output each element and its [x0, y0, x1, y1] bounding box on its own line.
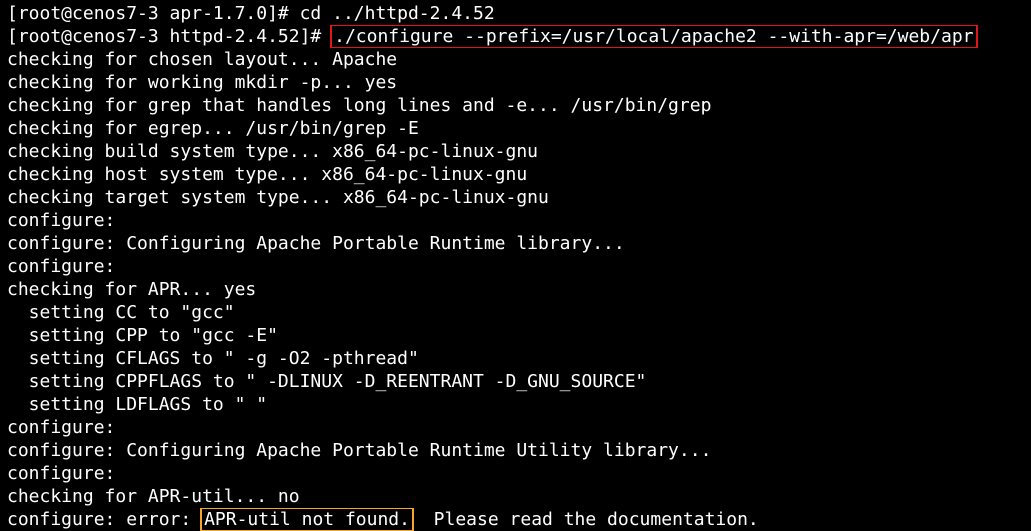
terminal-line: configure:	[7, 463, 116, 484]
terminal-line: setting CPP to "gcc -E"	[7, 325, 278, 346]
terminal-line: configure:	[7, 256, 116, 277]
terminal-window[interactable]: [root@cenos7-3 apr-1.7.0]# cd ../httpd-2…	[0, 0, 1031, 531]
highlighted-configure-command: ./configure --prefix=/usr/local/apache2 …	[330, 25, 978, 48]
shell-prompt: [root@cenos7-3 httpd-2.4.52]#	[7, 26, 333, 47]
terminal-line: setting CPPFLAGS to " -DLINUX -D_REENTRA…	[7, 371, 647, 392]
terminal-line: checking for working mkdir -p... yes	[7, 72, 398, 93]
terminal-line: checking host system type... x86_64-pc-l…	[7, 164, 528, 185]
error-suffix: Please read the documentation.	[411, 509, 759, 530]
terminal-line: checking for APR-util... no	[7, 486, 300, 507]
terminal-line: checking target system type... x86_64-pc…	[7, 187, 549, 208]
terminal-line: checking for grep that handles long line…	[7, 95, 712, 116]
terminal-line: setting LDFLAGS to " "	[7, 394, 268, 415]
terminal-line: checking for chosen layout... Apache	[7, 49, 398, 70]
terminal-line: setting CFLAGS to " -g -O2 -pthread"	[7, 348, 419, 369]
terminal-line: checking build system type... x86_64-pc-…	[7, 141, 539, 162]
terminal-line: configure: Configuring Apache Portable R…	[7, 440, 712, 461]
terminal-line: setting CC to "gcc"	[7, 302, 235, 323]
error-prefix: configure: error:	[7, 509, 203, 530]
terminal-prompt-line: [root@cenos7-3 httpd-2.4.52]# ./configur…	[7, 25, 1031, 48]
terminal-line: configure: Configuring Apache Portable R…	[7, 233, 625, 254]
terminal-line: checking for egrep... /usr/bin/grep -E	[7, 118, 419, 139]
terminal-error-line: configure: error: APR-util not found. Pl…	[7, 508, 1031, 531]
terminal-line: configure:	[7, 417, 116, 438]
highlighted-error-message: APR-util not found.	[200, 508, 414, 531]
terminal-line: [root@cenos7-3 apr-1.7.0]# cd ../httpd-2…	[7, 3, 495, 24]
terminal-line: checking for APR... yes	[7, 279, 257, 300]
terminal-line: configure:	[7, 210, 116, 231]
